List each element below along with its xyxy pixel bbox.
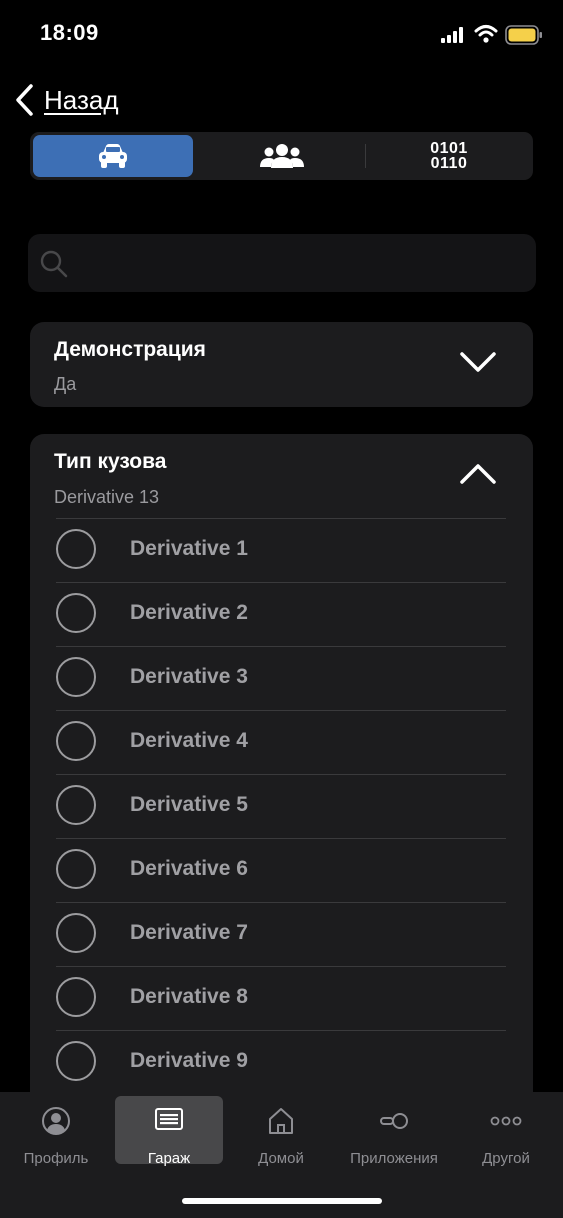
filter-demo-value: Да — [54, 374, 77, 394]
segment-binary[interactable]: 0101 0110 — [368, 135, 530, 177]
segmented-control: 0101 0110 — [30, 132, 533, 180]
tab-more[interactable]: Другой — [452, 1096, 560, 1167]
filter-demo-title: Демонстрация — [54, 338, 206, 361]
binary-icon: 0101 0110 — [430, 140, 468, 172]
list-item[interactable]: Derivative 9 — [56, 1030, 506, 1094]
status-time: 18:09 — [40, 20, 99, 45]
search-input[interactable] — [80, 244, 524, 284]
tab-home[interactable]: Домой — [227, 1096, 335, 1167]
garage-icon — [155, 1108, 183, 1130]
people-icon — [259, 144, 304, 168]
list-item[interactable]: Derivative 8 — [56, 966, 506, 1030]
search-bar[interactable] — [28, 234, 536, 292]
list-item[interactable]: Derivative 4 — [56, 710, 506, 774]
chevron-down-icon[interactable] — [458, 348, 498, 378]
profile-icon — [42, 1107, 70, 1135]
radio-button[interactable] — [56, 849, 96, 889]
list-item[interactable]: Derivative 6 — [56, 838, 506, 902]
tab-profile[interactable]: Профиль — [2, 1096, 110, 1167]
radio-button[interactable] — [56, 913, 96, 953]
battery-icon — [505, 25, 542, 45]
radio-button[interactable] — [56, 657, 96, 697]
segment-people[interactable] — [200, 135, 363, 177]
radio-button[interactable] — [56, 785, 96, 825]
car-icon — [99, 144, 127, 168]
radio-button[interactable] — [56, 529, 96, 569]
radio-button[interactable] — [56, 593, 96, 633]
home-indicator — [182, 1198, 382, 1204]
radio-button[interactable] — [56, 1041, 96, 1081]
tab-apps[interactable]: Приложения — [340, 1096, 448, 1167]
list-item[interactable]: Derivative 1 — [56, 518, 506, 582]
wifi-icon — [474, 25, 498, 43]
chevron-up-icon[interactable] — [458, 458, 498, 488]
segment-divider — [365, 144, 366, 168]
chevron-left-icon — [16, 84, 33, 116]
filter-demo[interactable]: Демонстрация Да — [30, 322, 533, 407]
cellular-signal-icon — [441, 27, 463, 43]
radio-button[interactable] — [56, 977, 96, 1017]
status-bar: 18:09 — [0, 0, 563, 70]
list-item[interactable]: Derivative 2 — [56, 582, 506, 646]
filter-body-type-value: Derivative 13 — [54, 487, 160, 507]
search-icon — [40, 250, 68, 278]
tab-garage[interactable]: Гараж — [115, 1096, 223, 1167]
home-icon — [269, 1108, 293, 1134]
radio-button[interactable] — [56, 721, 96, 761]
back-button[interactable]: Назад — [14, 80, 119, 120]
back-label: Назад — [44, 84, 119, 115]
list-item[interactable]: Derivative 5 — [56, 774, 506, 838]
filter-body-type: Тип кузова Derivative 13 Derivative 1 De… — [30, 434, 533, 1134]
filter-body-type-title: Тип кузова — [54, 450, 167, 473]
list-item[interactable]: Derivative 7 — [56, 902, 506, 966]
segment-car[interactable] — [33, 135, 193, 177]
apps-icon — [380, 1113, 408, 1129]
body-type-options: Derivative 1 Derivative 2 Derivative 3 D… — [30, 518, 533, 1094]
more-icon — [490, 1116, 522, 1126]
list-item[interactable]: Derivative 3 — [56, 646, 506, 710]
